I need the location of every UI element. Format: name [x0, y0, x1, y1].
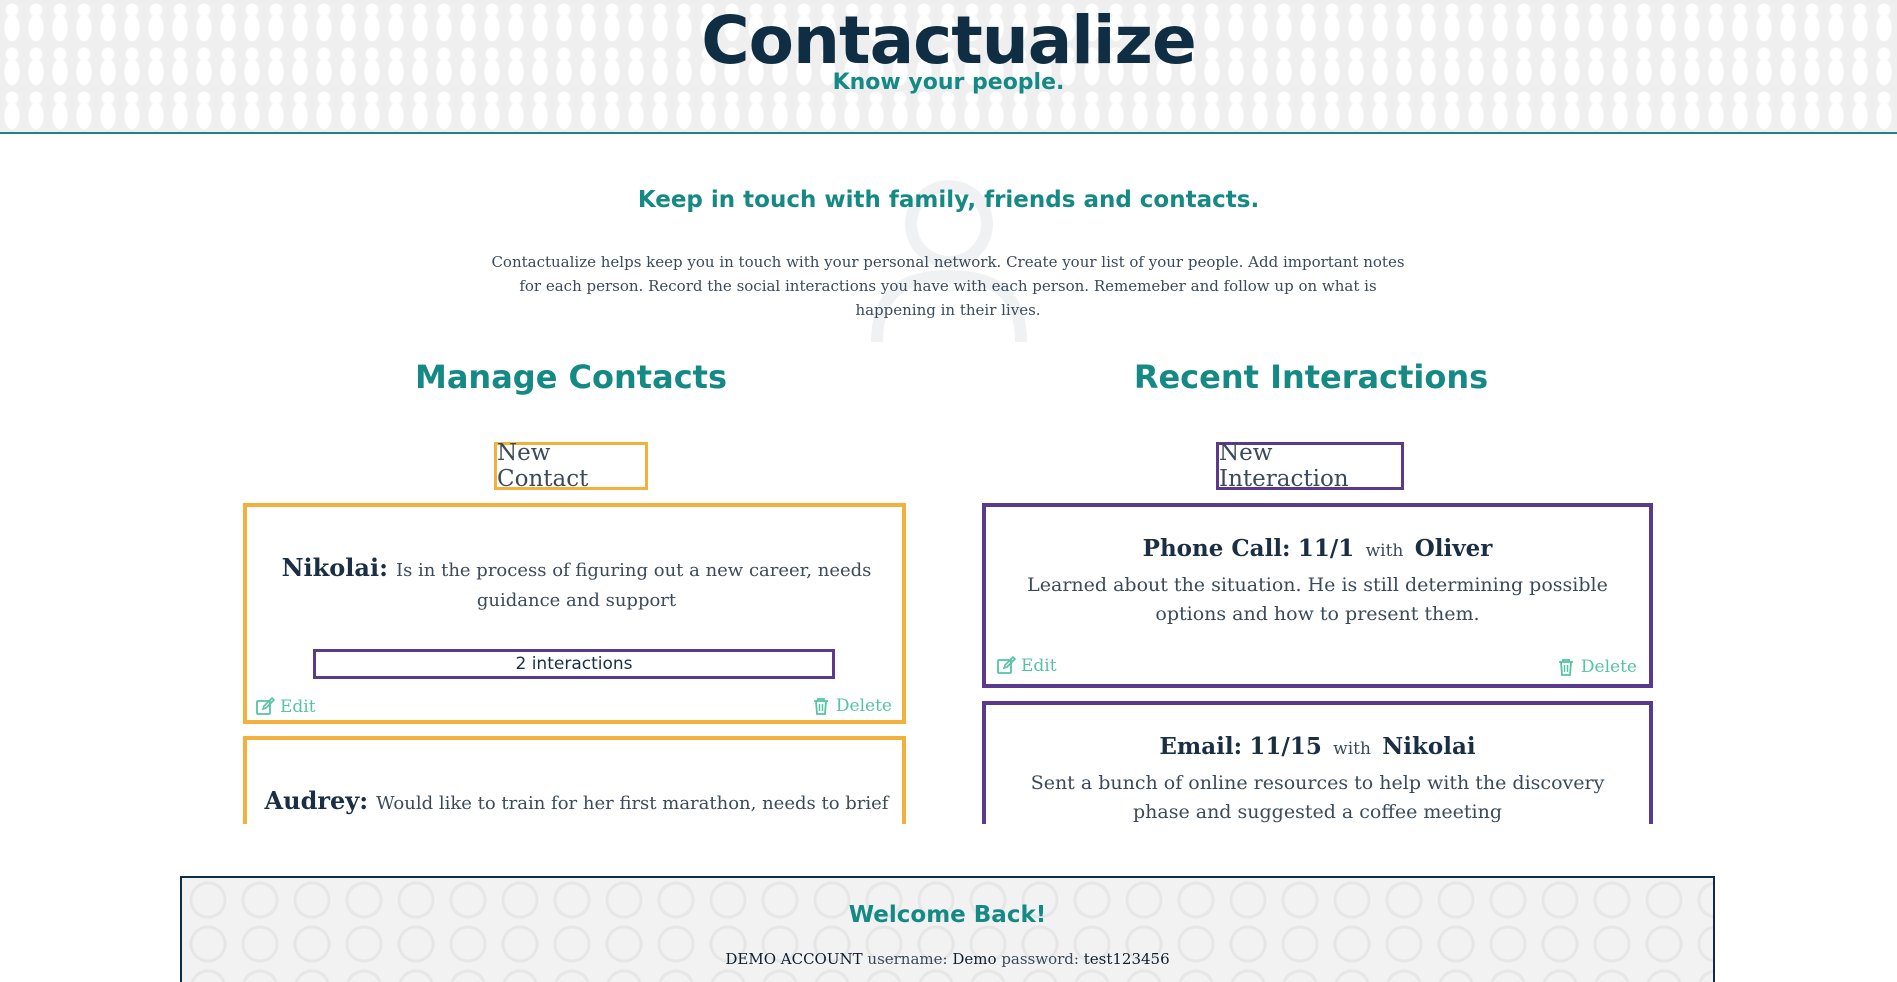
- trash-icon: [1558, 659, 1573, 676]
- interaction-edit-button[interactable]: Edit: [996, 656, 1057, 676]
- contact-interactions-button[interactable]: 2 interactions: [313, 649, 835, 679]
- site-header: Contactualize Know your people.: [0, 0, 1897, 134]
- new-contact-button[interactable]: New Contact: [494, 440, 648, 492]
- interaction-with: with: [1365, 541, 1404, 561]
- interaction-with: with: [1333, 739, 1371, 759]
- manage-contacts-heading: Manage Contacts: [414, 358, 727, 396]
- username-label: username:: [867, 950, 948, 968]
- contact-delete-button[interactable]: Delete: [811, 696, 892, 716]
- demo-account-label: DEMO ACCOUNT: [725, 950, 863, 968]
- brand-title[interactable]: Contactualize: [0, 2, 1897, 79]
- edit-label: Edit: [1021, 656, 1057, 676]
- username-value: Demo: [952, 950, 997, 968]
- contact-summary: Audrey: Would like to train for her first…: [259, 786, 894, 824]
- brand-tagline: Know your people.: [832, 70, 1065, 95]
- interaction-type: Phone Call:: [1142, 535, 1291, 562]
- welcome-title: Welcome Back!: [848, 902, 1047, 928]
- interaction-notes: Learned about the situation. He is still…: [1027, 574, 1608, 625]
- interaction-person: Oliver: [1414, 535, 1493, 562]
- interaction-card: Email: 11/15 with Nikolai Sent a bunch o…: [982, 701, 1653, 824]
- new-interaction-button[interactable]: New Interaction: [1216, 440, 1404, 492]
- intro-heading: Keep in touch with family, friends and c…: [637, 187, 1260, 213]
- password-value: test123456: [1083, 950, 1170, 968]
- contact-note: Would like to train for her first marath…: [376, 793, 889, 824]
- welcome-panel: Welcome Back! DEMO ACCOUNT username: Dem…: [180, 876, 1715, 982]
- pencil-square-icon: [256, 697, 275, 715]
- contact-name: Audrey:: [264, 786, 369, 815]
- demo-credentials: DEMO ACCOUNT username: Demo password: te…: [182, 950, 1713, 968]
- contact-name: Nikolai:: [281, 553, 388, 582]
- edit-label: Edit: [280, 697, 316, 717]
- contact-summary: Nikolai: Is in the process of figuring ou…: [259, 553, 894, 616]
- delete-label: Delete: [835, 696, 892, 716]
- password-label: password:: [1001, 950, 1079, 968]
- interaction-title: Email: 11/15 with Nikolai: [986, 733, 1649, 760]
- contact-edit-button[interactable]: Edit: [255, 697, 316, 717]
- interaction-date: 11/15: [1249, 733, 1322, 760]
- interaction-notes: Sent a bunch of online resources to help…: [1030, 772, 1605, 823]
- interaction-type: Email:: [1159, 733, 1243, 760]
- interaction-delete-button[interactable]: Delete: [1556, 657, 1637, 677]
- intro-description: Contactualize helps keep you in touch wi…: [491, 253, 1405, 319]
- interactions-list[interactable]: Phone Call: 11/1 with Oliver Learned abo…: [982, 503, 1653, 824]
- interaction-title: Phone Call: 11/1 with Oliver: [986, 535, 1649, 562]
- delete-label: Delete: [1580, 657, 1637, 677]
- contacts-list[interactable]: Nikolai: Is in the process of figuring ou…: [243, 503, 906, 824]
- trash-icon: [813, 698, 828, 715]
- contact-card: Audrey: Would like to train for her first…: [243, 736, 906, 824]
- interaction-date: 11/1: [1297, 535, 1355, 562]
- contact-card: Nikolai: Is in the process of figuring ou…: [243, 503, 906, 724]
- contact-note: Is in the process of figuring out a new …: [395, 560, 872, 611]
- interaction-card: Phone Call: 11/1 with Oliver Learned abo…: [982, 503, 1653, 688]
- interaction-person: Nikolai: [1382, 733, 1476, 760]
- pencil-square-icon: [997, 656, 1016, 674]
- recent-interactions-heading: Recent Interactions: [1133, 358, 1489, 396]
